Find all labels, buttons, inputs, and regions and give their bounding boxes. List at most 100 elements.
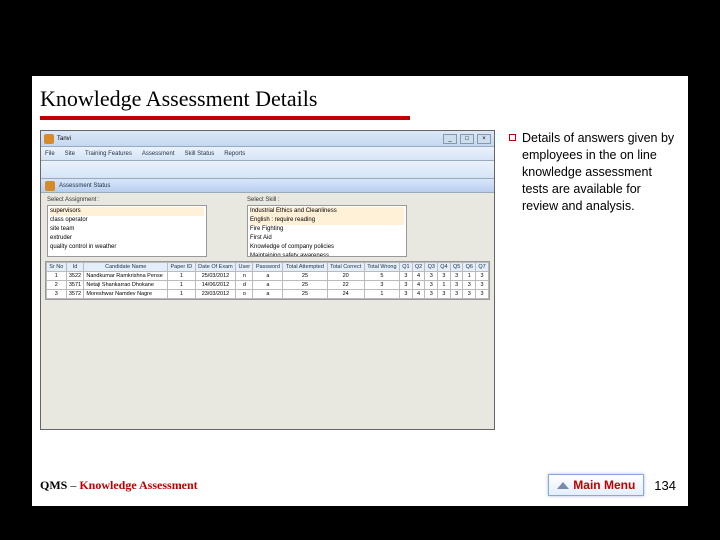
column-header[interactable]: Candidate Name bbox=[84, 263, 168, 272]
table-cell: o bbox=[236, 290, 253, 299]
table-cell: 14/06/2012 bbox=[195, 281, 236, 290]
main-menu-label: Main Menu bbox=[573, 478, 635, 492]
table-cell: 3 bbox=[450, 290, 463, 299]
bullet-icon bbox=[509, 134, 516, 141]
column-header[interactable]: User bbox=[236, 263, 253, 272]
column-header[interactable]: Total Wrong bbox=[364, 263, 399, 272]
column-header[interactable]: Paper ID bbox=[168, 263, 195, 272]
table-cell: 5 bbox=[364, 272, 399, 281]
table-cell: 25/03/2012 bbox=[195, 272, 236, 281]
table-cell: 23/03/2012 bbox=[195, 290, 236, 299]
table-cell: 3 bbox=[425, 281, 438, 290]
grid-empty-area bbox=[41, 300, 494, 430]
table-cell: 1 bbox=[168, 281, 195, 290]
table-row[interactable]: 13522Nandkumar Ramkrishna Pense125/03/20… bbox=[47, 272, 489, 281]
table-cell: a bbox=[253, 290, 283, 299]
column-header[interactable]: Q2 bbox=[412, 263, 425, 272]
section-label: Assessment Status bbox=[59, 183, 110, 189]
column-header[interactable]: Total Attempted bbox=[283, 263, 327, 272]
list-item[interactable]: class operator bbox=[50, 216, 204, 225]
home-icon bbox=[557, 482, 569, 489]
table-cell: 4 bbox=[412, 272, 425, 281]
list-item[interactable]: English : require reading bbox=[250, 216, 404, 225]
footer-prefix: QMS bbox=[40, 478, 67, 492]
table-cell: 3 bbox=[400, 281, 413, 290]
table-cell: 1 bbox=[168, 272, 195, 281]
table-cell: 3 bbox=[476, 281, 489, 290]
table-cell: 22 bbox=[327, 281, 364, 290]
menu-site[interactable]: Site bbox=[65, 151, 75, 157]
assignment-listbox[interactable]: supervisors class operator site team ext… bbox=[47, 205, 207, 257]
table-cell: 2 bbox=[47, 281, 67, 290]
menu-training[interactable]: Training Features bbox=[85, 151, 132, 157]
person-icon bbox=[45, 181, 55, 191]
menu-assessment[interactable]: Assessment bbox=[142, 151, 175, 157]
table-cell: 3 bbox=[425, 290, 438, 299]
table-cell: 3 bbox=[450, 281, 463, 290]
table-cell: 1 bbox=[364, 290, 399, 299]
app-icon bbox=[44, 134, 54, 144]
table-cell: 3572 bbox=[66, 290, 84, 299]
list-item[interactable]: extruder bbox=[50, 234, 204, 243]
list-item[interactable]: site team bbox=[50, 225, 204, 234]
footer-sep: – bbox=[67, 478, 79, 492]
column-header[interactable]: Password bbox=[253, 263, 283, 272]
window-title: Tanvi bbox=[57, 136, 71, 142]
skill-listbox[interactable]: Industrial Ethics and Cleanliness Englis… bbox=[247, 205, 407, 257]
maximize-button[interactable]: □ bbox=[460, 134, 474, 144]
footer-section: Knowledge Assessment bbox=[79, 478, 197, 492]
table-cell: 3522 bbox=[66, 272, 84, 281]
list-item[interactable]: Maintaining safety awareness bbox=[250, 252, 404, 257]
main-menu-button[interactable]: Main Menu bbox=[548, 474, 644, 496]
table-cell: 3 bbox=[476, 272, 489, 281]
column-header[interactable]: Q6 bbox=[463, 263, 476, 272]
column-header[interactable]: Q3 bbox=[425, 263, 438, 272]
toolbar bbox=[41, 161, 494, 179]
menu-skill-status[interactable]: Skill Status bbox=[185, 151, 215, 157]
table-cell: 3 bbox=[463, 281, 476, 290]
table-cell: Netaji Shankarrao Dhokane bbox=[84, 281, 168, 290]
description-column: Details of answers given by employees in… bbox=[495, 130, 680, 430]
list-item[interactable]: Fire Fighting bbox=[250, 225, 404, 234]
table-cell: 3 bbox=[438, 290, 451, 299]
menu-reports[interactable]: Reports bbox=[224, 151, 245, 157]
table-cell: d bbox=[236, 281, 253, 290]
menu-file[interactable]: File bbox=[45, 151, 55, 157]
table-cell: 3 bbox=[438, 272, 451, 281]
window-titlebar: Tanvi _ □ × bbox=[41, 131, 494, 147]
column-header[interactable]: Id bbox=[66, 263, 84, 272]
section-header: Assessment Status bbox=[41, 179, 494, 193]
table-cell: 1 bbox=[47, 272, 67, 281]
column-header[interactable]: Sr No bbox=[47, 263, 67, 272]
list-item[interactable]: Industrial Ethics and Cleanliness bbox=[250, 207, 404, 216]
table-cell: 24 bbox=[327, 290, 364, 299]
table-row[interactable]: 23571Netaji Shankarrao Dhokane114/06/201… bbox=[47, 281, 489, 290]
minimize-button[interactable]: _ bbox=[443, 134, 457, 144]
close-button[interactable]: × bbox=[477, 134, 491, 144]
table-cell: 3 bbox=[450, 272, 463, 281]
table-row[interactable]: 33572Moreshwar Namdev Nagre123/03/2012oa… bbox=[47, 290, 489, 299]
table-cell: 25 bbox=[283, 281, 327, 290]
column-header[interactable]: Q1 bbox=[400, 263, 413, 272]
list-item[interactable]: supervisors bbox=[50, 207, 204, 216]
table-cell: 3 bbox=[476, 290, 489, 299]
table-cell: Nandkumar Ramkrishna Pense bbox=[84, 272, 168, 281]
list-item[interactable]: quality control in weather bbox=[50, 243, 204, 252]
footer-breadcrumb: QMS – Knowledge Assessment bbox=[40, 478, 198, 493]
table-cell: 25 bbox=[283, 272, 327, 281]
column-header[interactable]: Q4 bbox=[438, 263, 451, 272]
column-header[interactable]: Total Correct bbox=[327, 263, 364, 272]
column-header[interactable]: Date Of Exam bbox=[195, 263, 236, 272]
table-cell: 25 bbox=[283, 290, 327, 299]
table-cell: 20 bbox=[327, 272, 364, 281]
table-cell: 3 bbox=[47, 290, 67, 299]
skill-label: Select Skill : bbox=[247, 197, 407, 203]
table-cell: 4 bbox=[412, 290, 425, 299]
list-item[interactable]: Knowledge of company policies bbox=[250, 243, 404, 252]
app-screenshot: Tanvi _ □ × File Site Training Features … bbox=[40, 130, 495, 430]
list-item[interactable]: First Aid bbox=[250, 234, 404, 243]
results-grid: Sr NoIdCandidate NamePaper IDDate Of Exa… bbox=[45, 261, 490, 300]
table-cell: a bbox=[253, 272, 283, 281]
column-header[interactable]: Q7 bbox=[476, 263, 489, 272]
column-header[interactable]: Q5 bbox=[450, 263, 463, 272]
